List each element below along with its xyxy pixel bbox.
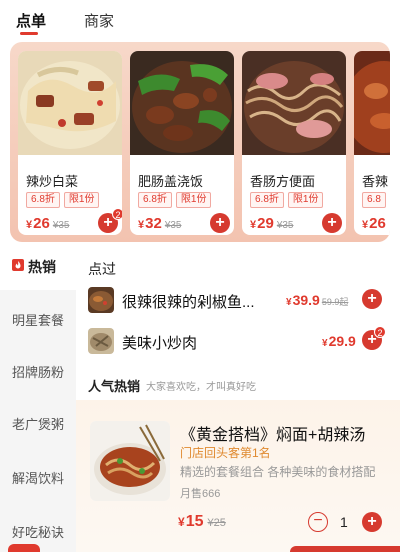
featured-card[interactable]: 肥肠盖浇饭 6.8折 限1份 ¥32 ¥35 + bbox=[130, 51, 234, 235]
dish-description: 精选的套餐组合 各种美味的食材搭配 bbox=[180, 465, 376, 479]
discount-tag: 6.8折 bbox=[138, 192, 172, 208]
dish-image bbox=[90, 421, 170, 501]
tab-order[interactable]: 点单 bbox=[16, 10, 46, 31]
discount-tag: 6.8 bbox=[362, 192, 386, 208]
dish-tags: 6.8折 限1份 bbox=[26, 192, 100, 208]
price-value: 29.9 bbox=[328, 333, 356, 349]
currency-symbol: ¥ bbox=[286, 297, 292, 308]
sidebar-item-star-combo[interactable]: 明星套餐 bbox=[0, 310, 76, 329]
dish-name: 辣炒白菜 bbox=[26, 174, 79, 189]
original-price: 59.9起 bbox=[321, 297, 349, 307]
currency-symbol: ¥ bbox=[138, 219, 145, 231]
section-title-recent: 点过 bbox=[88, 261, 116, 277]
dish-tags: 6.8 bbox=[362, 192, 386, 208]
original-price: ¥35 bbox=[164, 220, 182, 231]
price-value: 29 bbox=[257, 215, 274, 232]
add-to-cart-button[interactable]: + bbox=[210, 213, 230, 233]
cart-count-badge: 2 bbox=[112, 208, 122, 220]
flame-icon bbox=[12, 259, 24, 271]
sidebar-item-drinks[interactable]: 解渴饮料 bbox=[0, 468, 76, 487]
currency-symbol: ¥ bbox=[250, 219, 257, 231]
price-value: 26 bbox=[33, 215, 50, 232]
dish-name: 香肠方便面 bbox=[250, 174, 316, 189]
sidebar-item-hot[interactable]: 热销 bbox=[0, 250, 76, 290]
currency-symbol: ¥ bbox=[178, 515, 185, 529]
sidebar-item-tips[interactable]: 好吃秘诀 bbox=[0, 522, 76, 541]
dish-price: ¥29.9 bbox=[322, 333, 356, 349]
checkout-button-edge[interactable] bbox=[290, 546, 400, 552]
section-title-popular: 人气热销 bbox=[88, 379, 141, 394]
tab-merchant[interactable]: 商家 bbox=[84, 10, 114, 31]
dish-price: ¥32 ¥35 bbox=[138, 215, 182, 232]
price-value: 39.9 bbox=[292, 292, 320, 308]
add-to-cart-button[interactable]: + bbox=[362, 512, 382, 532]
featured-deals: 辣炒白菜 6.8折 限1份 ¥26 ¥35 + 2 肥肠盖浇饭 6.8折 限1份 … bbox=[10, 42, 390, 242]
add-to-cart-button[interactable]: + bbox=[322, 213, 342, 233]
dish-image bbox=[18, 51, 122, 155]
price-value: 32 bbox=[145, 215, 162, 232]
cart-bar-edge bbox=[8, 544, 40, 552]
dish-name: 香辣 bbox=[362, 174, 389, 189]
monthly-sales: 月售666 bbox=[180, 488, 221, 500]
list-item[interactable]: 很辣很辣的剁椒鱼... ¥39.9 59.9起 + bbox=[88, 287, 388, 317]
currency-symbol: ¥ bbox=[322, 338, 328, 349]
featured-card[interactable]: 香肠方便面 6.8折 限1份 ¥29 ¥35 + bbox=[242, 51, 346, 235]
category-sidebar bbox=[0, 250, 76, 552]
add-to-cart-button[interactable]: + bbox=[362, 289, 382, 309]
dish-price: ¥26 ¥35 bbox=[26, 215, 70, 232]
dish-name: 美味小炒肉 bbox=[122, 335, 198, 352]
dish-name: 很辣很辣的剁椒鱼... bbox=[122, 294, 255, 311]
decrease-quantity-button[interactable]: − bbox=[308, 512, 328, 532]
original-price: ¥35 bbox=[276, 220, 294, 231]
sidebar-item-rice-roll[interactable]: 招牌肠粉 bbox=[0, 362, 76, 381]
combo-card[interactable]: 《黄金搭档》焖面+胡辣汤 门店回头客第1名 精选的套餐组合 各种美味的食材搭配 … bbox=[76, 400, 400, 552]
dish-image bbox=[242, 51, 346, 155]
featured-card[interactable]: 辣炒白菜 6.8折 限1份 ¥26 ¥35 + 2 bbox=[18, 51, 122, 235]
featured-card[interactable]: 香辣 6.8 ¥26 bbox=[354, 51, 390, 235]
dish-name: 肥肠盖浇饭 bbox=[138, 174, 204, 189]
limit-tag: 限1份 bbox=[287, 192, 324, 208]
dish-image bbox=[354, 51, 390, 155]
original-price: ¥35 bbox=[52, 220, 70, 231]
sidebar-item-label: 热销 bbox=[28, 259, 56, 275]
original-price: ¥25 bbox=[207, 517, 226, 529]
limit-tag: 限1份 bbox=[175, 192, 212, 208]
dish-price: ¥29 ¥35 bbox=[250, 215, 294, 232]
dish-tags: 6.8折 限1份 bbox=[138, 192, 212, 208]
currency-symbol: ¥ bbox=[362, 219, 369, 231]
active-tab-indicator bbox=[20, 32, 38, 35]
dish-image bbox=[130, 51, 234, 155]
dish-thumbnail bbox=[88, 287, 114, 313]
section-subtitle: 大家喜欢吃，才叫真好吃 bbox=[146, 382, 256, 393]
sidebar-item-congee[interactable]: 老广煲粥 bbox=[0, 414, 76, 433]
dish-price: ¥15 ¥25 bbox=[178, 513, 226, 531]
top-tabs: 点单 商家 bbox=[0, 0, 400, 42]
list-item[interactable]: 美味小炒肉 ¥29.9 + 2 bbox=[88, 326, 388, 358]
dish-price: ¥39.9 59.9起 bbox=[286, 292, 348, 308]
dish-tags: 6.8折 限1份 bbox=[250, 192, 324, 208]
price-value: 15 bbox=[185, 513, 204, 530]
dish-thumbnail bbox=[88, 328, 114, 354]
dish-price: ¥26 bbox=[362, 215, 386, 232]
rank-badge: 门店回头客第1名 bbox=[180, 446, 271, 460]
dish-name: 《黄金搭档》焖面+胡辣汤 bbox=[180, 427, 366, 444]
currency-symbol: ¥ bbox=[26, 219, 33, 231]
cart-count-badge: 2 bbox=[374, 326, 386, 338]
quantity-value: 1 bbox=[340, 514, 348, 530]
discount-tag: 6.8折 bbox=[250, 192, 284, 208]
limit-tag: 限1份 bbox=[63, 192, 100, 208]
price-value: 26 bbox=[369, 215, 386, 232]
discount-tag: 6.8折 bbox=[26, 192, 60, 208]
